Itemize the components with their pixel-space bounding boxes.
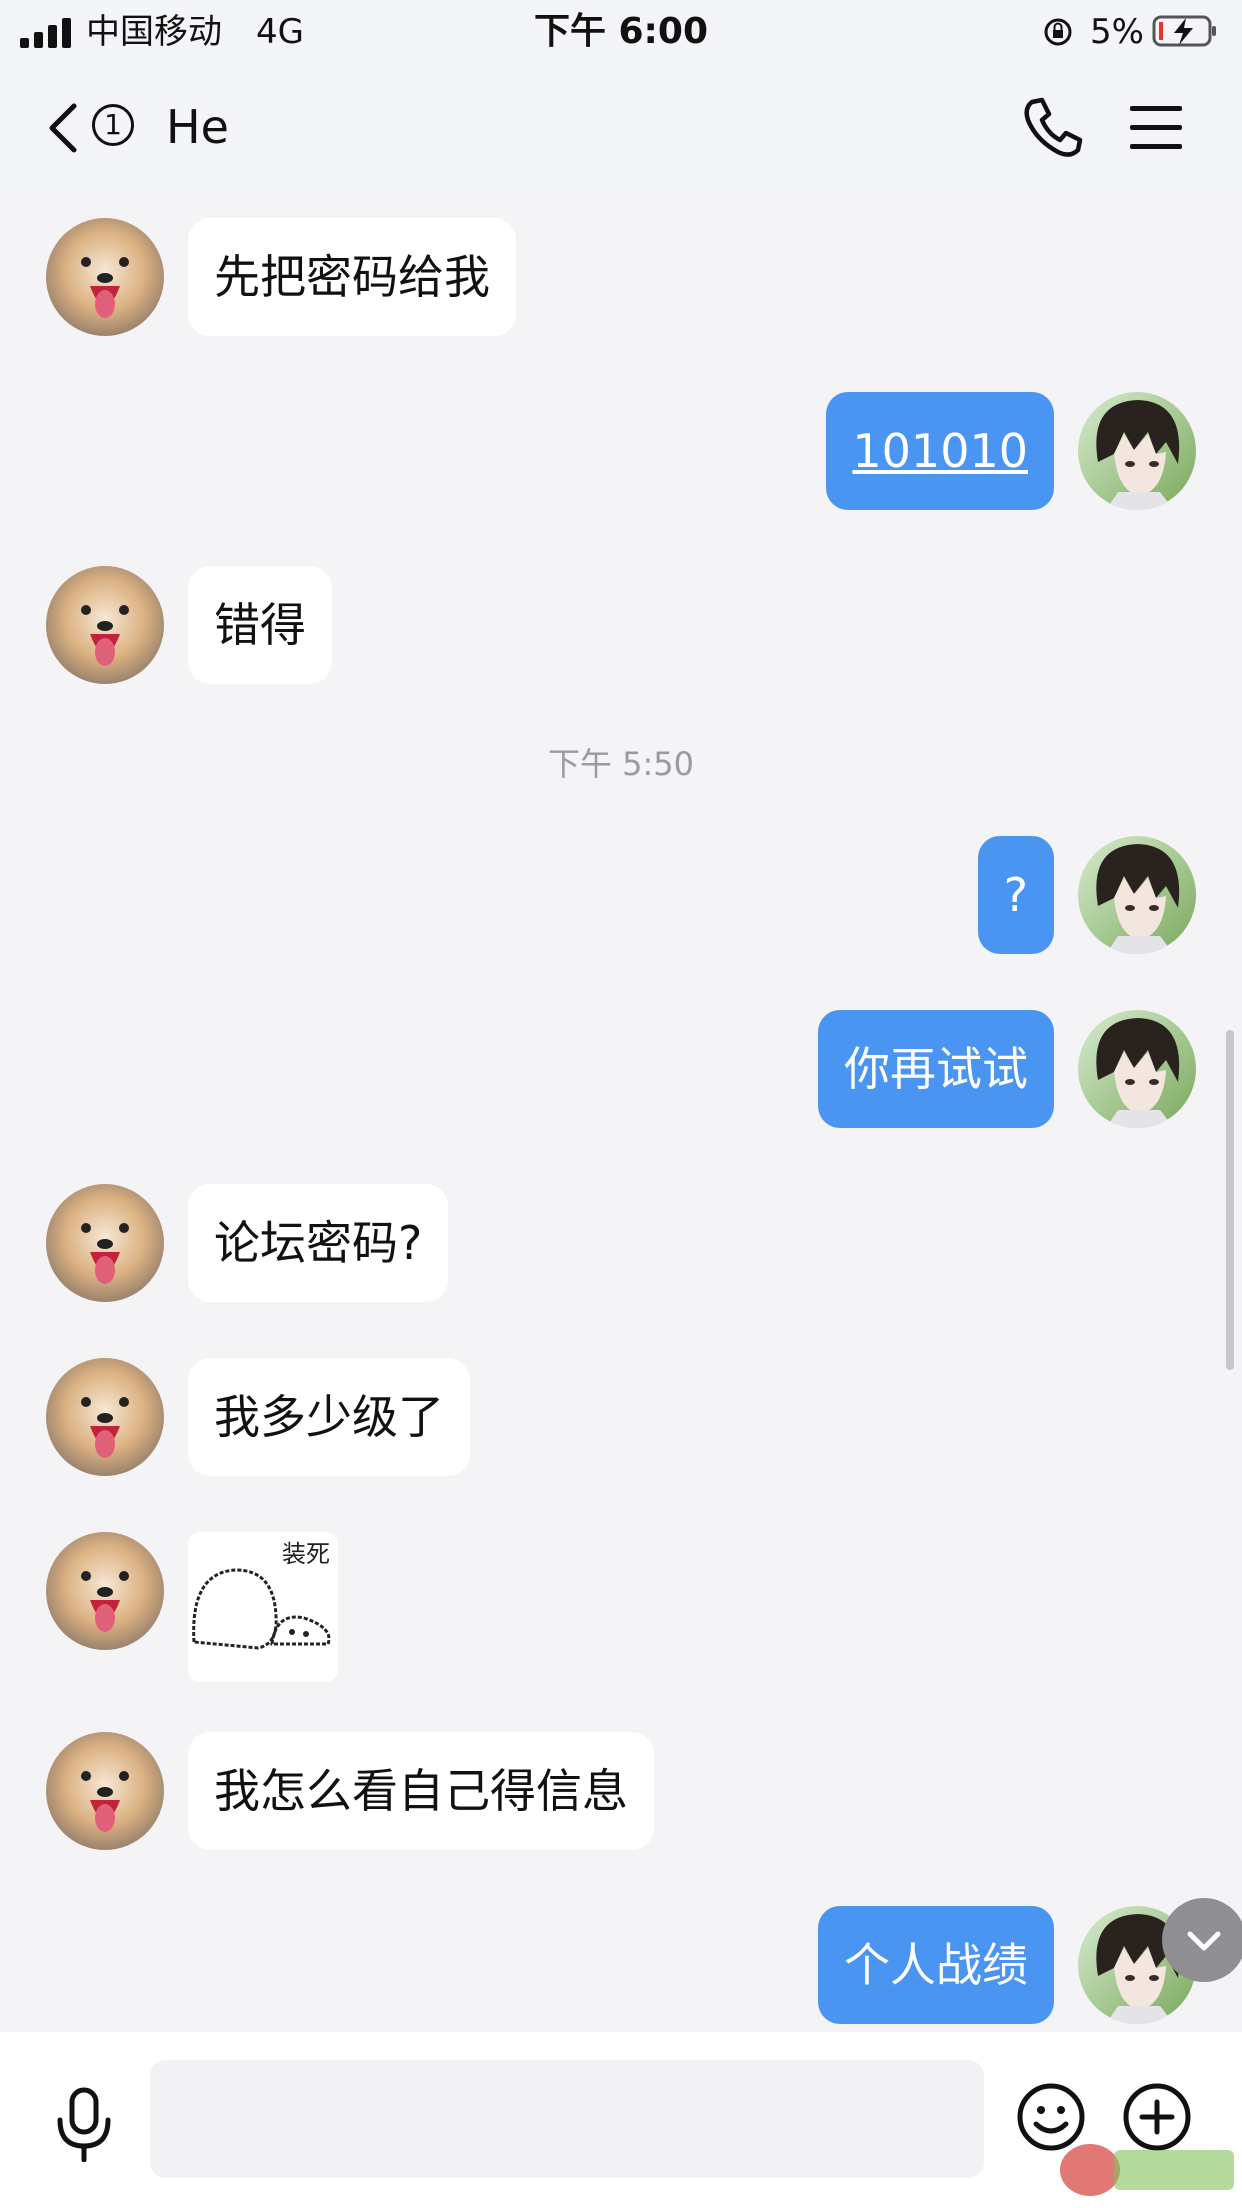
message-link-text[interactable]: 101010 xyxy=(852,424,1028,478)
sticker-message[interactable]: 装死 xyxy=(188,1532,338,1682)
back-chevron-icon[interactable] xyxy=(42,100,84,156)
phone-icon[interactable] xyxy=(1018,94,1086,162)
message-input[interactable] xyxy=(150,2060,984,2178)
rotation-lock-icon xyxy=(1044,18,1072,46)
chevron-down-icon xyxy=(1187,1931,1221,1951)
message-bubble-outgoing[interactable]: 个人战绩 xyxy=(818,1906,1054,2024)
my-avatar[interactable] xyxy=(1078,836,1196,954)
contact-avatar[interactable] xyxy=(46,1358,164,1476)
message-bubble-outgoing[interactable]: 101010 xyxy=(826,392,1054,510)
message-list[interactable]: 先把密码给我 101010 错得 下午 5:50 ? 你再试试 论坛密码? 我多… xyxy=(0,192,1242,2032)
my-avatar[interactable] xyxy=(1078,392,1196,510)
contact-avatar[interactable] xyxy=(46,1532,164,1650)
microphone-icon[interactable] xyxy=(52,2086,116,2162)
message-bubble-incoming[interactable]: 我怎么看自己得信息 xyxy=(188,1732,654,1850)
scrollbar[interactable] xyxy=(1226,1030,1234,1370)
sticker-caption: 装死 xyxy=(282,1540,330,1568)
chat-title: He xyxy=(166,100,229,154)
menu-icon[interactable] xyxy=(1126,102,1186,154)
message-timestamp: 下午 5:50 xyxy=(547,745,695,783)
contact-avatar[interactable] xyxy=(46,218,164,336)
message-bubble-incoming[interactable]: 我多少级了 xyxy=(188,1358,470,1476)
message-bubble-outgoing[interactable]: 你再试试 xyxy=(818,1010,1054,1128)
scroll-to-bottom-button[interactable] xyxy=(1162,1898,1242,1982)
message-bubble-incoming[interactable]: 先把密码给我 xyxy=(188,218,516,336)
contact-avatar[interactable] xyxy=(46,1184,164,1302)
my-avatar[interactable] xyxy=(1078,1010,1196,1128)
status-bar: 中国移动 4G 下午 6:00 5% xyxy=(0,0,1242,64)
watermark-logo xyxy=(1060,2144,1234,2196)
contact-avatar[interactable] xyxy=(46,566,164,684)
contact-avatar[interactable] xyxy=(46,1732,164,1850)
message-bubble-outgoing[interactable]: ? xyxy=(977,836,1054,954)
battery-percent: 5% xyxy=(1090,12,1144,52)
battery-charging-icon xyxy=(1152,15,1216,47)
message-bubble-incoming[interactable]: 论坛密码? xyxy=(188,1184,449,1302)
message-bubble-incoming[interactable]: 错得 xyxy=(188,566,332,684)
unread-count-badge[interactable]: 1 xyxy=(92,104,134,146)
chat-header: 1 He xyxy=(0,64,1242,192)
